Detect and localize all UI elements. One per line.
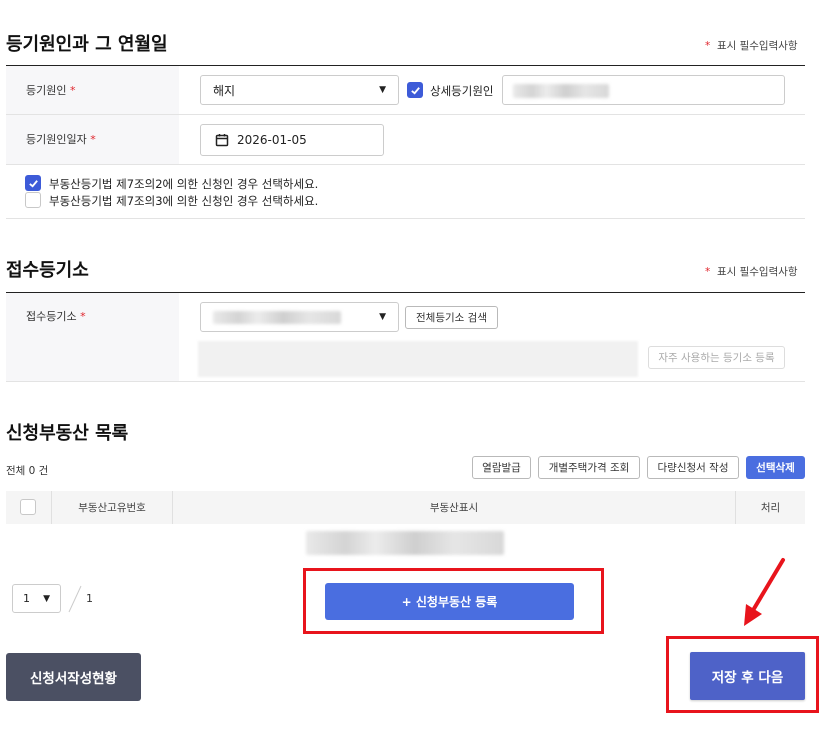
chevron-down-icon: ▼: [379, 312, 386, 322]
table-header: 부동산고유번호 부동산표시 처리: [6, 491, 805, 524]
redacted-empty-message: [306, 531, 504, 555]
individual-price-button[interactable]: 개별주택가격 조회: [538, 456, 640, 479]
label-cell: [6, 293, 179, 381]
law-7-3-checkbox[interactable]: [25, 192, 41, 208]
column-header-property-display: 부동산표시: [429, 502, 479, 514]
column-header-process: 처리: [760, 502, 781, 514]
redacted-area: [198, 341, 638, 377]
law-7-3-label: 부동산등기법 제7조의3에 의한 신청인 경우 선택하세요.: [49, 194, 319, 208]
total-count: 전체 0 건: [6, 465, 49, 477]
date-label: 등기원인일자 *: [26, 133, 96, 146]
save-and-next-button[interactable]: 저장 후 다음: [690, 652, 805, 700]
check-icon: [410, 86, 420, 95]
red-arrow-icon: [744, 558, 785, 626]
cause-label: 등기원인 *: [26, 84, 76, 97]
view-issue-button[interactable]: 열람발급: [472, 456, 531, 479]
required-note: * 표시 필수입력사항: [705, 266, 798, 278]
register-frequent-office-button[interactable]: 자주 사용하는 등기소 등록: [648, 346, 785, 369]
select-all-checkbox[interactable]: [20, 499, 36, 515]
date-input[interactable]: 2026-01-05: [200, 124, 384, 156]
detail-cause-label: 상세등기원인: [430, 84, 494, 98]
row-divider: [6, 218, 805, 219]
row-divider: [6, 381, 805, 382]
chevron-down-icon: ▼: [379, 85, 386, 95]
detail-cause-checkbox[interactable]: [407, 82, 423, 98]
office-label: 접수등기소 *: [26, 310, 86, 323]
office-select[interactable]: ▼: [200, 302, 399, 332]
check-icon: [28, 179, 38, 188]
redacted-text: [213, 310, 341, 324]
bulk-application-button[interactable]: 다량신청서 작성: [647, 456, 739, 479]
row-divider: [6, 164, 805, 165]
page-separator: [68, 585, 82, 613]
delete-selected-button[interactable]: 선택삭제: [746, 456, 805, 479]
calendar-icon: [215, 134, 229, 147]
page-total: 1: [86, 592, 93, 605]
page-select[interactable]: 1 ▼: [12, 584, 61, 613]
column-header-unique-number: 부동산고유번호: [78, 502, 146, 514]
cause-select[interactable]: 해지 ▼: [200, 75, 399, 105]
detail-cause-input[interactable]: [502, 75, 785, 105]
section-title-office: 접수등기소: [6, 260, 89, 281]
law-7-2-checkbox[interactable]: [25, 175, 41, 191]
section-title-property-list: 신청부동산 목록: [6, 423, 129, 444]
required-note: * 표시 필수입력사항: [705, 40, 798, 52]
chevron-down-icon: ▼: [43, 593, 50, 604]
redacted-text: [513, 84, 609, 98]
register-property-button[interactable]: + 신청부동산 등록: [325, 583, 574, 620]
application-status-button[interactable]: 신청서작성현황: [6, 653, 141, 701]
search-all-offices-button[interactable]: 전체등기소 검색: [405, 306, 498, 329]
section-title-cause: 등기원인과 그 연월일: [6, 34, 168, 55]
law-7-2-label: 부동산등기법 제7조의2에 의한 신청인 경우 선택하세요.: [49, 177, 319, 191]
